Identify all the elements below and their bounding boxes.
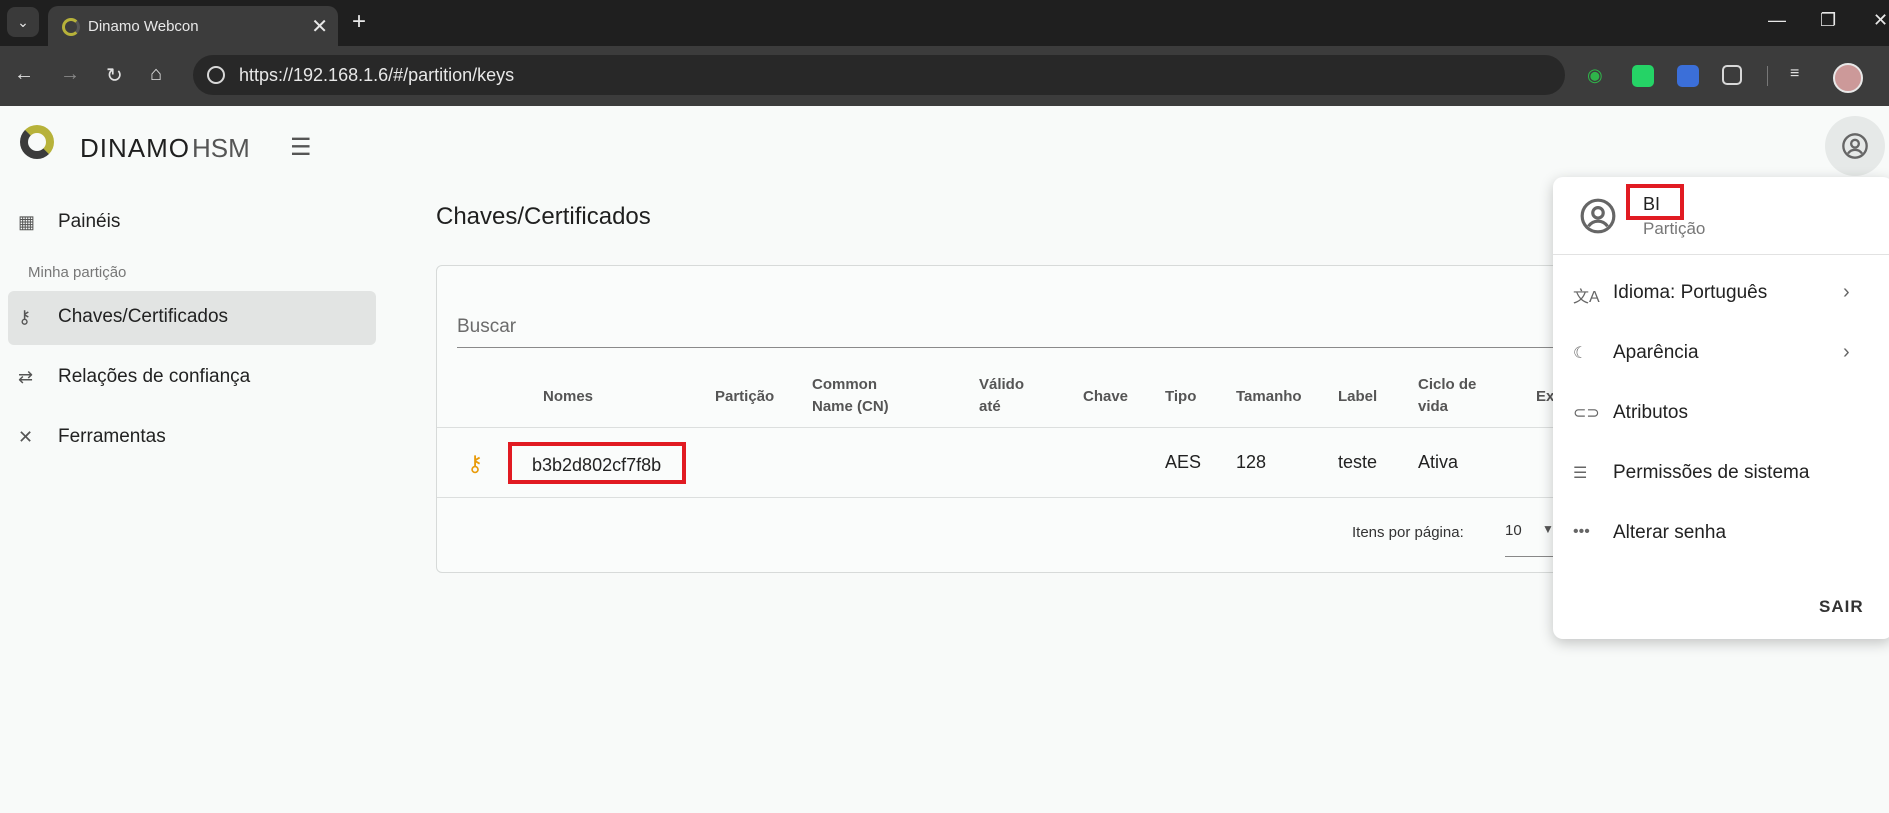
address-bar[interactable]: https://192.168.1.6/#/partition/keys (193, 55, 1565, 95)
column-header-valido[interactable]: Válido até (979, 374, 1039, 418)
url-text[interactable]: https://192.168.1.6/#/partition/keys (239, 65, 514, 86)
tab-title: Dinamo Webcon (88, 18, 199, 35)
items-per-page-select[interactable]: 10 (1505, 522, 1522, 539)
user-role: Partição (1643, 219, 1706, 238)
reload-icon[interactable]: ↻ (106, 63, 123, 88)
extensions-puzzle-icon[interactable] (1722, 65, 1742, 85)
menu-divider (1553, 254, 1889, 255)
chevron-right-icon: › (1843, 341, 1850, 363)
brand-name: DINAMO (80, 133, 190, 163)
dashboard-icon: ▦ (18, 212, 36, 232)
browser-tab-bar: ⌄ Dinamo Webcon ✕ + — ❐ ✕ (0, 0, 1889, 46)
items-per-page-label: Itens por página: (1352, 524, 1464, 541)
toolbar-divider (1767, 66, 1768, 86)
dinamo-logo-icon (20, 125, 54, 159)
menu-item-aparencia[interactable]: ☾ Aparência › (1553, 329, 1889, 379)
browser-tab[interactable]: Dinamo Webcon ✕ (48, 6, 338, 46)
profile-menu: BI Partição 文A Idioma: Português › ☾ Apa… (1553, 177, 1889, 639)
sidebar-item-label: Ferramentas (58, 426, 166, 447)
tab-search-button[interactable]: ⌄ (7, 7, 39, 37)
menu-item-label: Permissões de sistema (1613, 462, 1810, 483)
user-name-highlight: BI (1626, 184, 1684, 220)
search-input[interactable]: Buscar (457, 316, 516, 338)
translate-extension-icon[interactable] (1677, 65, 1699, 87)
handshake-icon: ⇄ (18, 367, 34, 387)
tools-icon: ✕ (18, 427, 34, 447)
column-header-particao[interactable]: Partição (715, 386, 774, 408)
sidebar-item-ferramentas[interactable]: ✕ Ferramentas (8, 411, 376, 465)
account-circle-icon (1842, 133, 1868, 159)
site-info-icon[interactable] (207, 66, 225, 84)
menu-collapse-icon[interactable]: ☰ (290, 133, 312, 162)
sidebar-item-relacoes[interactable]: ⇄ Relações de confiança (8, 351, 376, 405)
search-underline (457, 347, 1577, 348)
eye-extension-icon[interactable]: ◉ (1587, 65, 1609, 87)
account-circle-icon (1580, 198, 1616, 234)
sidebar-item-paineis[interactable]: ▦ Painéis (8, 196, 376, 250)
user-menu-button[interactable] (1825, 116, 1885, 176)
menu-item-label: Aparência (1613, 342, 1699, 363)
tab-close-button[interactable]: ✕ (311, 14, 328, 39)
menu-item-label: Idioma: Português (1613, 282, 1768, 303)
column-header-ex[interactable]: Ex (1536, 386, 1554, 408)
back-icon[interactable]: ← (14, 63, 34, 86)
sidebar-item-label: Painéis (58, 211, 121, 232)
key-icon: ⚷ (18, 307, 32, 327)
menu-item-label: Atributos (1613, 402, 1688, 423)
chevron-right-icon: › (1843, 281, 1850, 303)
key-name[interactable]: b3b2d802cf7f8b (532, 455, 661, 476)
cell-tamanho: 128 (1236, 452, 1267, 472)
sidebar-section-label: Minha partição (28, 264, 127, 281)
column-header-label[interactable]: Label (1338, 386, 1377, 408)
translate-icon: 文A (1573, 289, 1600, 306)
favicon-icon (62, 18, 80, 36)
whatsapp-extension-icon[interactable] (1632, 65, 1654, 87)
column-header-chave[interactable]: Chave (1083, 386, 1128, 408)
logout-button[interactable]: SAIR (1819, 597, 1864, 617)
page-title: Chaves/Certificados (436, 203, 651, 230)
menu-item-idioma[interactable]: 文A Idioma: Português › (1553, 269, 1889, 319)
column-header-ciclo[interactable]: Ciclo de vida (1418, 374, 1488, 418)
password-icon: ••• (1573, 523, 1590, 540)
sidebar-item-label: Relações de confiança (58, 366, 251, 387)
brand-subtitle: HSM (192, 133, 250, 163)
media-control-icon[interactable]: ≡ (1790, 65, 1812, 87)
column-header-nomes[interactable]: Nomes (543, 386, 593, 408)
forward-icon[interactable]: → (60, 63, 80, 86)
user-name: BI (1643, 194, 1661, 214)
cell-ciclo: Ativa (1418, 452, 1459, 472)
minimize-button[interactable]: — (1768, 10, 1786, 31)
link-icon: ⊂⊃ (1573, 405, 1600, 422)
browser-profile-avatar[interactable] (1833, 63, 1863, 93)
column-header-tipo[interactable]: Tipo (1165, 386, 1196, 408)
key-name-highlight[interactable]: b3b2d802cf7f8b (508, 442, 686, 484)
browser-toolbar: ← → ↻ ⌂ https://192.168.1.6/#/partition/… (0, 46, 1889, 106)
key-type-icon: ⚷ (467, 451, 484, 476)
close-window-button[interactable]: ✕ (1873, 10, 1888, 31)
cell-label: teste (1338, 452, 1378, 472)
menu-item-label: Alterar senha (1613, 522, 1727, 543)
sidebar-item-label: Chaves/Certificados (58, 306, 229, 327)
moon-icon: ☾ (1573, 345, 1588, 362)
menu-item-alterar-senha[interactable]: ••• Alterar senha (1553, 509, 1889, 559)
menu-item-permissoes[interactable]: ☰ Permissões de sistema (1553, 449, 1889, 499)
sidebar-item-chaves[interactable]: ⚷ Chaves/Certificados (8, 291, 376, 345)
maximize-button[interactable]: ❐ (1820, 10, 1836, 31)
home-icon[interactable]: ⌂ (150, 63, 162, 86)
menu-item-atributos[interactable]: ⊂⊃ Atributos (1553, 389, 1889, 439)
column-header-tamanho[interactable]: Tamanho (1236, 386, 1302, 408)
column-header-cn[interactable]: Common Name (CN) (812, 374, 922, 418)
new-tab-button[interactable]: + (352, 8, 366, 36)
cell-tipo: AES (1165, 452, 1202, 472)
checklist-icon: ☰ (1573, 465, 1588, 482)
